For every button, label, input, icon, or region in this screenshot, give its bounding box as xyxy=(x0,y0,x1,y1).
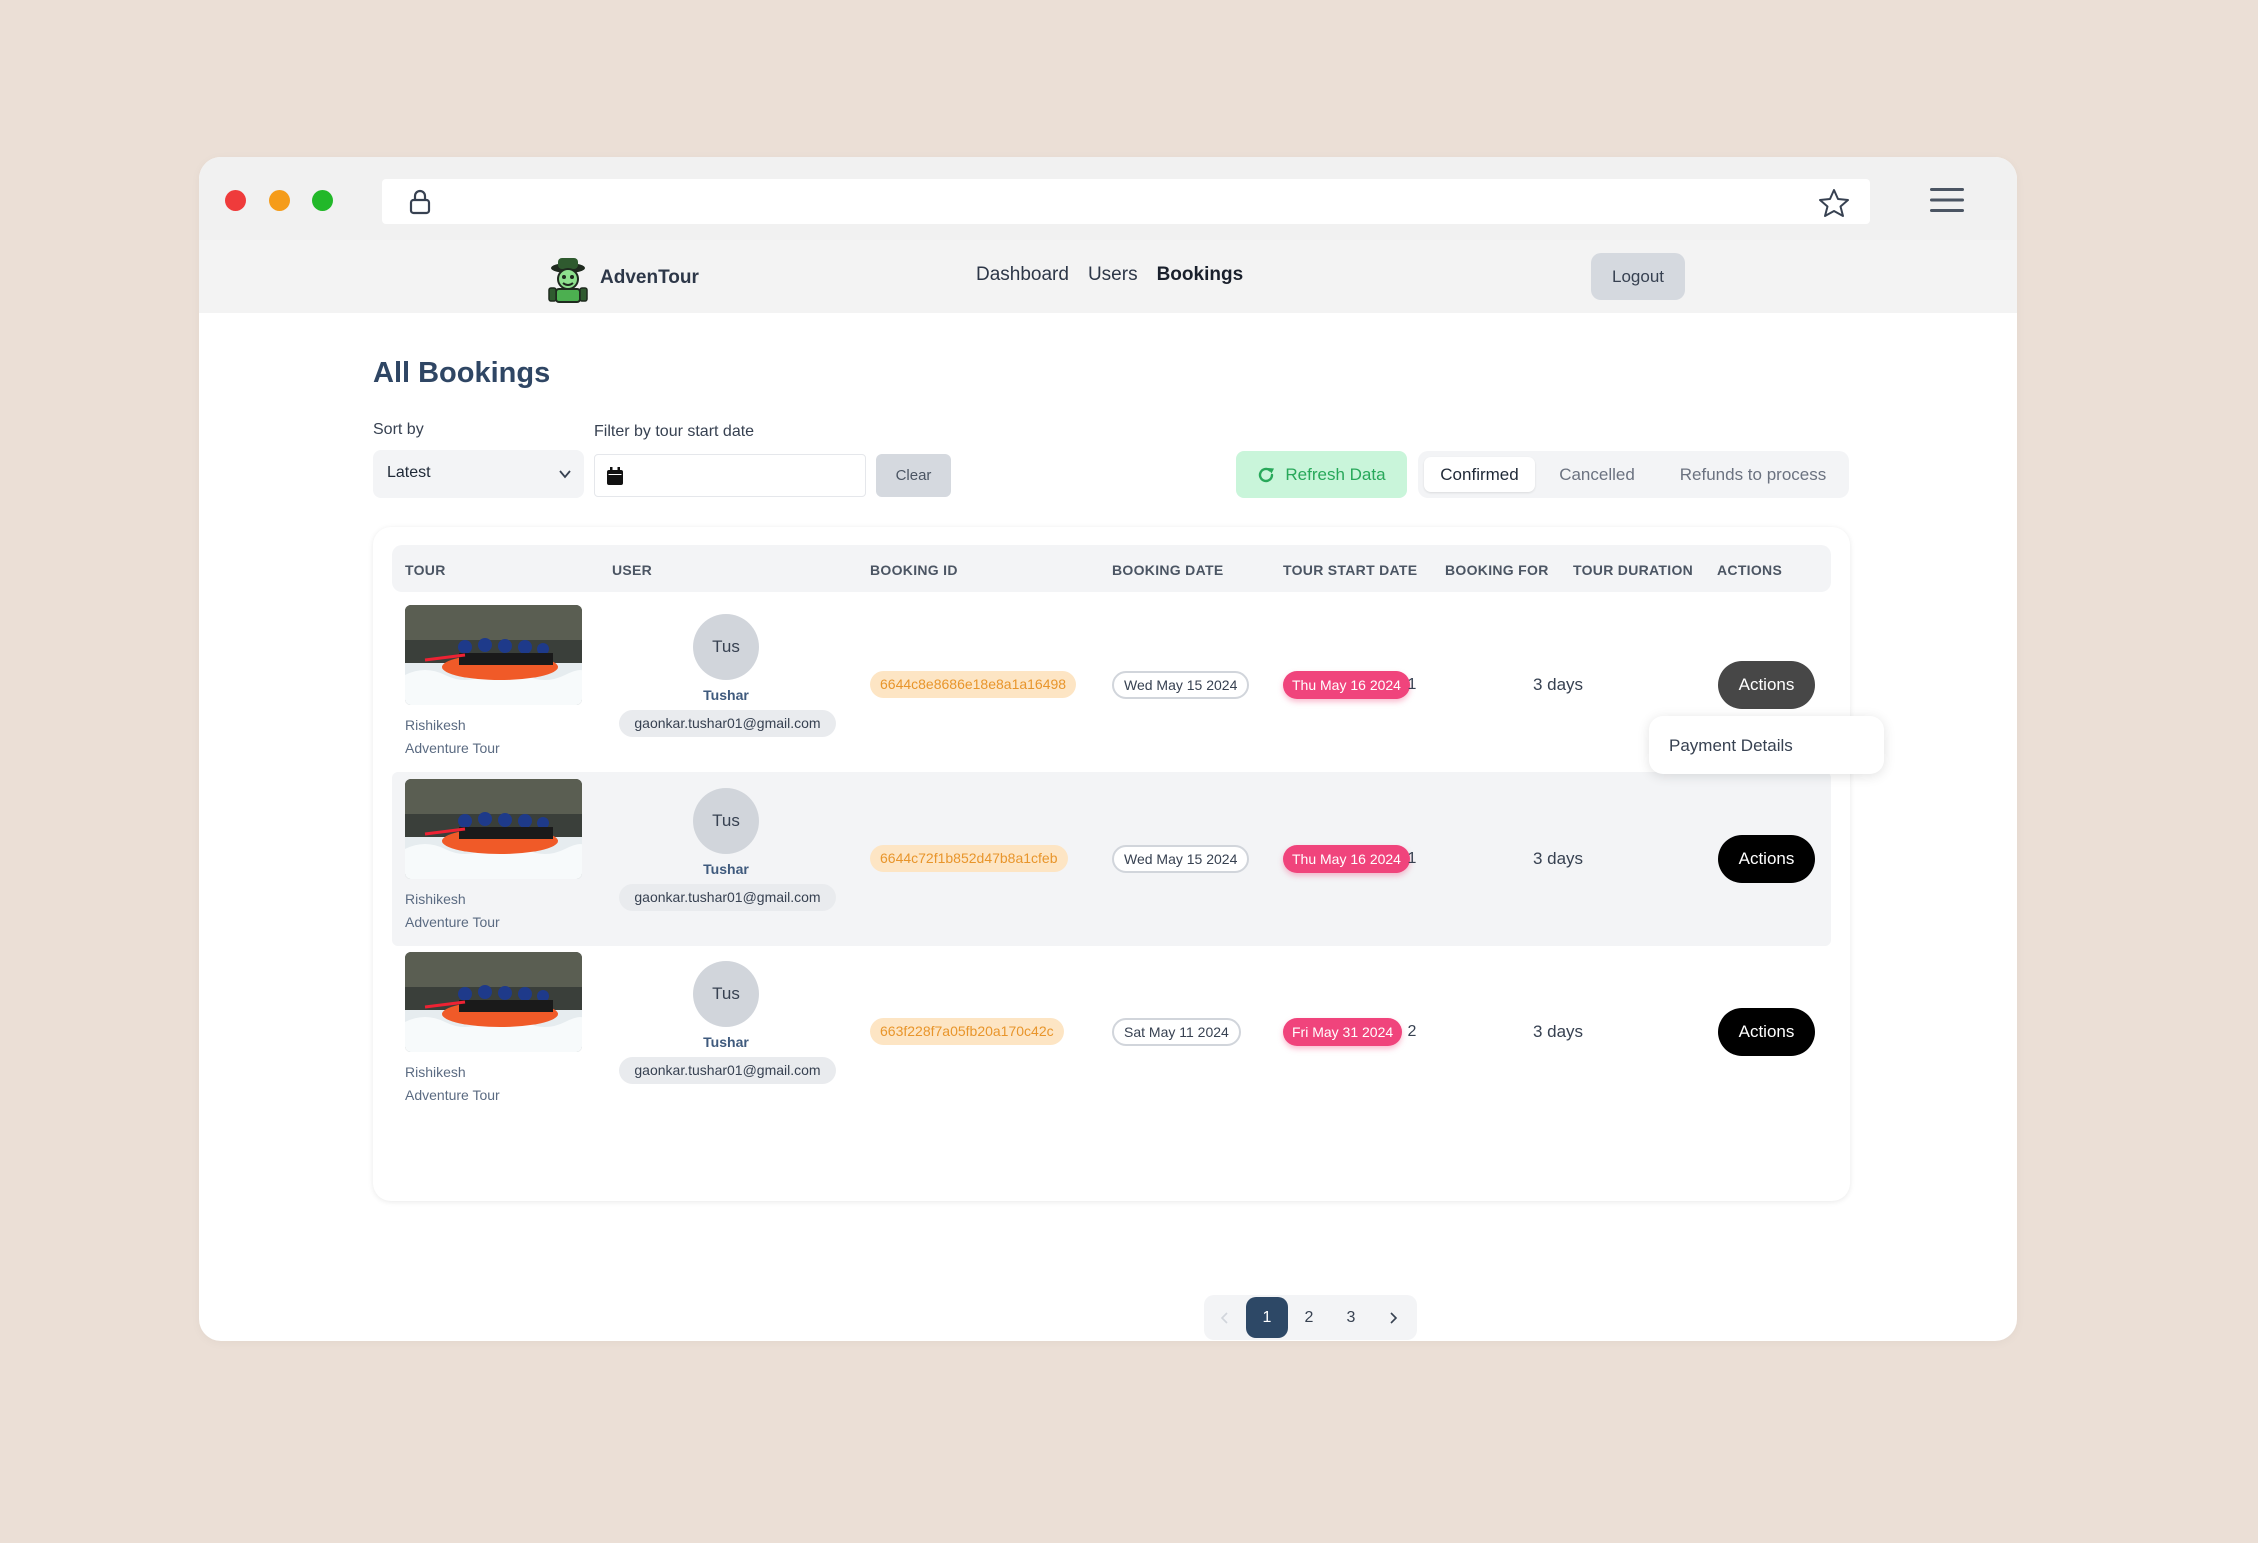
chevron-left-icon xyxy=(1220,1311,1228,1324)
booking-id-badge: 6644c72f1b852d47b8a1cfeb xyxy=(870,845,1068,872)
booking-for: 1 xyxy=(1407,676,1417,693)
tour-name-line2: Adventure Tour xyxy=(405,914,500,930)
table-header: TOUR USER BOOKING ID BOOKING DATE TOUR S… xyxy=(392,545,1831,592)
tour-name: Rishikesh Adventure Tour xyxy=(405,714,545,760)
rafting-photo-icon xyxy=(405,605,582,705)
tab-confirmed[interactable]: Confirmed xyxy=(1424,457,1535,492)
user-email: gaonkar.tushar01@gmail.com xyxy=(619,884,836,911)
minimize-window-button[interactable] xyxy=(269,190,290,211)
booking-for: 1 xyxy=(1407,850,1417,867)
table-row: Rishikesh Adventure Tour Tus Tushar gaonk… xyxy=(392,598,1831,772)
nav-bookings[interactable]: Bookings xyxy=(1157,264,1244,286)
actions-button[interactable]: Actions xyxy=(1718,835,1815,883)
chevron-right-icon xyxy=(1390,1311,1398,1324)
th-user: USER xyxy=(612,562,653,578)
tour-name: Rishikesh Adventure Tour xyxy=(405,1061,545,1107)
app-name: AdvenTour xyxy=(600,267,699,288)
tour-image xyxy=(405,605,582,705)
page-1-button[interactable]: 1 xyxy=(1246,1297,1288,1338)
start-date-badge: Fri May 31 2024 xyxy=(1283,1018,1403,1046)
booking-id-badge: 663f228f7a05fb20a170c42c xyxy=(870,1018,1064,1045)
tab-cancelled[interactable]: Cancelled xyxy=(1542,457,1652,492)
th-actions: ACTIONS xyxy=(1717,562,1783,578)
th-tour-duration: TOUR DURATION xyxy=(1573,562,1694,578)
sort-select[interactable]: Latest xyxy=(373,450,584,498)
lock-icon xyxy=(409,189,431,215)
bookmark-star-icon[interactable] xyxy=(1818,188,1850,218)
refresh-data-button[interactable]: Refresh Data xyxy=(1236,451,1407,498)
table-row: Rishikesh Adventure Tour Tus Tushar gaonk… xyxy=(392,945,1831,1119)
th-booking-for: BOOKING FOR xyxy=(1445,562,1549,578)
user-name: Tushar xyxy=(703,687,749,703)
booking-date-badge: Wed May 15 2024 xyxy=(1112,671,1250,699)
rafting-photo-icon xyxy=(405,779,582,879)
pagination: 1 2 3 xyxy=(1204,1295,1417,1340)
rafting-photo-icon xyxy=(405,952,582,1052)
tab-refunds[interactable]: Refunds to process xyxy=(1662,457,1844,492)
address-bar[interactable] xyxy=(382,179,1870,224)
th-tour-start-date: TOUR START DATE xyxy=(1283,562,1418,578)
close-window-button[interactable] xyxy=(225,190,246,211)
refresh-label: Refresh Data xyxy=(1285,464,1386,484)
user-email: gaonkar.tushar01@gmail.com xyxy=(619,710,836,737)
next-page-button[interactable] xyxy=(1372,1297,1414,1338)
app-logo[interactable]: AdvenTour xyxy=(542,252,699,304)
page-3-button[interactable]: 3 xyxy=(1330,1297,1372,1338)
actions-dropdown: Payment Details xyxy=(1649,716,1884,774)
prev-page-button[interactable] xyxy=(1204,1297,1246,1338)
sort-value: Latest xyxy=(387,464,431,481)
th-tour: TOUR xyxy=(405,562,446,578)
start-date-badge: Thu May 16 2024 xyxy=(1283,845,1410,873)
tour-duration: 3 days xyxy=(1532,675,1584,694)
date-filter-label: Filter by tour start date xyxy=(594,423,755,440)
booking-date-badge: Wed May 15 2024 xyxy=(1112,845,1250,873)
tour-name-line1: Rishikesh xyxy=(405,1064,466,1080)
date-filter-input[interactable] xyxy=(594,454,866,497)
booking-for: 2 xyxy=(1407,1023,1417,1040)
tour-name-line2: Adventure Tour xyxy=(405,1087,500,1103)
payment-details-item[interactable]: Payment Details xyxy=(1669,736,1793,755)
app-navbar: AdvenTour Dashboard Users Bookings Logou… xyxy=(199,240,2017,313)
start-date-badge: Thu May 16 2024 xyxy=(1283,671,1410,699)
tour-image xyxy=(405,952,582,1052)
browser-chrome xyxy=(199,157,2017,240)
page-title: All Bookings xyxy=(373,357,551,389)
refresh-icon xyxy=(1259,467,1275,482)
nav-users[interactable]: Users xyxy=(1088,264,1138,286)
clear-filter-button[interactable]: Clear xyxy=(876,454,951,497)
calendar-icon xyxy=(607,467,623,485)
th-booking-id: BOOKING ID xyxy=(870,562,958,578)
user-name: Tushar xyxy=(703,861,749,877)
table-row: Rishikesh Adventure Tour Tus Tushar gaonk… xyxy=(392,772,1831,946)
actions-button[interactable]: Actions xyxy=(1718,661,1815,709)
tour-duration: 3 days xyxy=(1532,1022,1584,1041)
tour-name-line2: Adventure Tour xyxy=(405,740,500,756)
explorer-logo-icon xyxy=(548,258,588,303)
tour-name: Rishikesh Adventure Tour xyxy=(405,888,545,934)
page-2-button[interactable]: 2 xyxy=(1288,1297,1330,1338)
booking-date-badge: Sat May 11 2024 xyxy=(1112,1018,1241,1046)
chevron-down-icon xyxy=(559,470,571,479)
tour-image xyxy=(405,779,582,879)
sort-label: Sort by xyxy=(373,421,424,438)
hamburger-menu-icon[interactable] xyxy=(1930,187,1964,213)
th-booking-date: BOOKING DATE xyxy=(1112,562,1224,578)
avatar: Tus xyxy=(693,961,759,1027)
actions-button[interactable]: Actions xyxy=(1718,1008,1815,1056)
tour-name-line1: Rishikesh xyxy=(405,717,466,733)
main-nav: Dashboard Users Bookings xyxy=(976,264,1243,286)
tour-name-line1: Rishikesh xyxy=(405,891,466,907)
booking-id-badge: 6644c8e8686e18e8a1a16498 xyxy=(870,671,1077,698)
logout-button[interactable]: Logout xyxy=(1591,253,1685,300)
browser-window: AdvenTour Dashboard Users Bookings Logou… xyxy=(199,157,2017,1341)
tour-duration: 3 days xyxy=(1532,849,1584,868)
user-name: Tushar xyxy=(703,1034,749,1050)
user-email: gaonkar.tushar01@gmail.com xyxy=(619,1057,836,1084)
avatar: Tus xyxy=(693,614,759,680)
nav-dashboard[interactable]: Dashboard xyxy=(976,264,1069,286)
status-tabs: Confirmed Cancelled Refunds to process xyxy=(1418,451,1849,498)
avatar: Tus xyxy=(693,788,759,854)
maximize-window-button[interactable] xyxy=(312,190,333,211)
